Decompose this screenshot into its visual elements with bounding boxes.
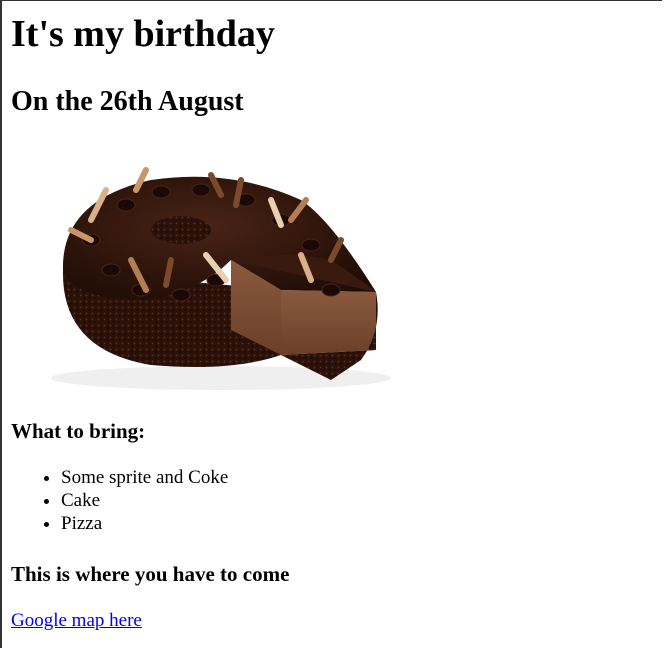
- bring-list: Some sprite and Coke Cake Pizza: [11, 466, 228, 535]
- page-title: It's my birthday: [11, 13, 275, 55]
- cake-image: [31, 150, 391, 395]
- list-item: Some sprite and Coke: [61, 466, 228, 489]
- cake-illustration: [51, 167, 391, 390]
- date-heading: On the 26th August: [11, 86, 244, 117]
- google-map-link[interactable]: Google map here: [11, 609, 142, 633]
- bring-heading: What to bring:: [11, 419, 146, 443]
- list-item: Cake: [61, 489, 228, 512]
- list-item: Pizza: [61, 512, 228, 535]
- location-heading: This is where you have to come: [11, 562, 290, 586]
